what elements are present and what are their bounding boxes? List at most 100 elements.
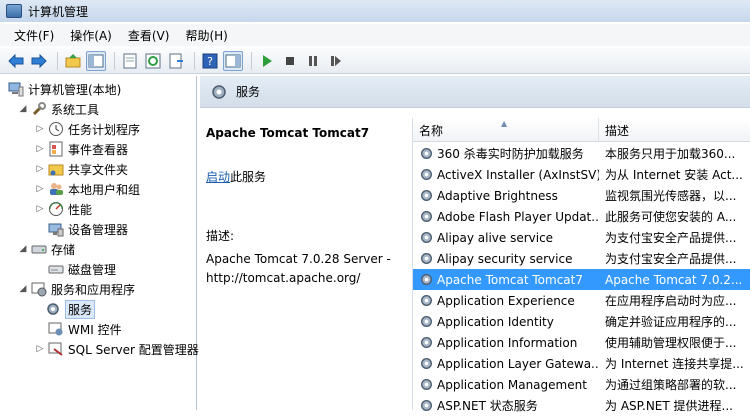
expand-arrow-icon[interactable]: ▷ [35, 204, 45, 214]
menu-action[interactable]: 操作(A) [62, 27, 120, 44]
service-name-cell: Application Experience [413, 293, 599, 308]
tree-label: 共享文件夹 [68, 162, 129, 177]
service-name: Application Information [437, 335, 578, 350]
service-gear-icon [419, 398, 434, 413]
toolbar: ? [0, 48, 750, 74]
expand-arrow-icon[interactable]: ▷ [35, 164, 45, 174]
service-row[interactable]: Alipay security service 为支付宝安全产品提供... [413, 248, 750, 269]
expand-arrow-icon[interactable]: ▷ [35, 344, 45, 354]
restart-icon[interactable] [326, 51, 346, 71]
service-gear-icon [419, 314, 434, 329]
tree-label: 任务计划程序 [68, 122, 141, 137]
expand-arrow-icon[interactable]: ▷ [35, 124, 45, 134]
service-name: Alipay alive service [437, 230, 554, 245]
tree-item-event-viewer[interactable]: ▷ 事件查看器 [35, 139, 128, 159]
service-name: ActiveX Installer (AxInstSV) [437, 167, 599, 182]
service-detail-pane: Apache Tomcat Tomcat7 启动此服务 描述: Apache T… [200, 108, 412, 410]
tree-label: 计算机管理(本地) [28, 82, 122, 97]
collapse-arrow-icon[interactable]: ◢ [18, 104, 28, 114]
service-description: 为 Internet 连接共享提... [605, 357, 744, 371]
service-name-cell: Alipay alive service [413, 230, 599, 245]
service-row[interactable]: Adobe Flash Player Updat... 此服务可使您安装的 A..… [413, 206, 750, 227]
services-list: 名称 ▲ 描述 360 杀毒实时防护加载服务 本服务只用于加载360... Acti… [412, 118, 750, 413]
service-row[interactable]: 360 杀毒实时防护加载服务 本服务只用于加载360... [413, 143, 750, 164]
view-icon[interactable] [223, 50, 243, 71]
tree-item-task-scheduler[interactable]: ▷ 任务计划程序 [35, 119, 140, 139]
service-gear-icon [419, 377, 434, 392]
refresh-icon[interactable] [143, 51, 163, 71]
tree-item-local-users[interactable]: ▷ 本地用户和组 [35, 179, 140, 199]
tree-item-shared-folders[interactable]: ▷ 共享文件夹 [35, 159, 128, 179]
service-name-cell: Application Layer Gatewa... [413, 356, 599, 371]
tree-item-system-tools[interactable]: ◢ 系统工具 [18, 99, 99, 119]
help-icon[interactable]: ? [200, 51, 220, 71]
tree-item-wmi[interactable]: WMI 控件 [48, 319, 122, 339]
tree-item-sql-server[interactable]: ▷ SQL Server 配置管理器 [35, 339, 199, 359]
service-row[interactable]: Application Information 使用辅助管理权限便于... [413, 332, 750, 353]
forward-icon[interactable] [29, 51, 49, 71]
properties-icon[interactable] [120, 51, 140, 71]
service-row[interactable]: Application Layer Gatewa... 为 Internet 连接… [413, 353, 750, 374]
computer-icon [8, 81, 24, 97]
service-name-cell: ASP.NET 状态服务 [413, 397, 599, 414]
pause-icon[interactable] [303, 51, 323, 71]
stop-icon[interactable] [280, 51, 300, 71]
service-row[interactable]: ASP.NET 状态服务 为 ASP.NET 提供进程... [413, 395, 750, 416]
tree-label: 设备管理器 [68, 222, 129, 237]
collapse-arrow-icon[interactable]: ◢ [18, 244, 28, 254]
tree-item-disk-management[interactable]: 磁盘管理 [48, 259, 116, 279]
service-row[interactable]: Application Management 为通过组策略部署的软... [413, 374, 750, 395]
service-description: 为从 Internet 安装 Act... [605, 168, 743, 182]
column-header-name[interactable]: 名称 ▲ [413, 118, 599, 142]
service-name-cell: Application Management [413, 377, 599, 392]
service-name: Application Layer Gatewa... [437, 356, 599, 371]
expand-arrow-icon[interactable]: ▷ [35, 184, 45, 194]
event-log-icon [48, 141, 64, 157]
menu-view[interactable]: 查看(V) [120, 27, 178, 44]
service-description: 此服务可使您安装的 A... [605, 210, 737, 224]
up-folder-icon[interactable] [63, 51, 83, 71]
service-row[interactable]: Adaptive Brightness 监视氛围光传感器，以... [413, 185, 750, 206]
play-icon[interactable] [257, 51, 277, 71]
action-suffix: 此服务 [230, 170, 267, 184]
service-gear-icon [419, 251, 434, 266]
service-gear-icon [419, 230, 434, 245]
start-service-link[interactable]: 启动 [206, 170, 230, 184]
service-row[interactable]: Alipay alive service 为支付宝安全产品提供... [413, 227, 750, 248]
tree-item-device-manager[interactable]: 设备管理器 [48, 219, 128, 239]
service-gear-icon [419, 167, 434, 182]
service-row[interactable]: Apache Tomcat Tomcat7 Apache Tomcat 7.0.2… [413, 269, 750, 290]
tree-item-services-apps[interactable]: ◢ 服务和应用程序 [18, 279, 135, 299]
performance-icon [48, 201, 64, 217]
service-row[interactable]: ActiveX Installer (AxInstSV) 为从 Internet … [413, 164, 750, 185]
back-icon[interactable] [6, 51, 26, 71]
column-header-description[interactable]: 描述 [599, 118, 750, 142]
service-name: Apache Tomcat Tomcat7 [437, 272, 583, 287]
tree-label: 性能 [68, 202, 93, 217]
service-description: 为支付宝安全产品提供... [605, 231, 737, 245]
column-header-label: 描述 [605, 123, 630, 138]
tree-label: 磁盘管理 [68, 262, 117, 277]
gear-icon [45, 301, 61, 317]
collapse-arrow-icon[interactable]: ◢ [18, 284, 28, 294]
service-row[interactable]: Application Experience 在应用程序启动时为应... [413, 290, 750, 311]
tree-item-root[interactable]: 计算机管理(本地) [8, 79, 121, 99]
menu-help[interactable]: 帮助(H) [177, 27, 235, 44]
service-action: 启动此服务 [206, 168, 406, 185]
service-description: 监视氛围光传感器，以... [605, 189, 737, 203]
service-description: 为支付宝安全产品提供... [605, 252, 737, 266]
expand-arrow-icon[interactable]: ▷ [35, 144, 45, 154]
service-description: Apache Tomcat 7.0.28 Server - http://tom… [206, 250, 406, 288]
tree-item-storage[interactable]: ◢ 存储 [18, 239, 75, 259]
export-icon[interactable] [166, 51, 186, 71]
tree-item-performance[interactable]: ▷ 性能 [35, 199, 92, 219]
tree-label: 服务和应用程序 [51, 282, 136, 297]
show-tree-icon[interactable] [86, 50, 106, 71]
menu-file[interactable]: 文件(F) [6, 27, 62, 44]
service-name: Application Experience [437, 293, 575, 308]
toolbar-separator [57, 51, 58, 70]
header-title: 服务 [236, 85, 261, 99]
service-row[interactable]: Application Identity 确定并验证应用程序的... [413, 311, 750, 332]
toolbar-separator [194, 51, 195, 70]
tree-item-services[interactable]: 服务 [45, 299, 96, 319]
